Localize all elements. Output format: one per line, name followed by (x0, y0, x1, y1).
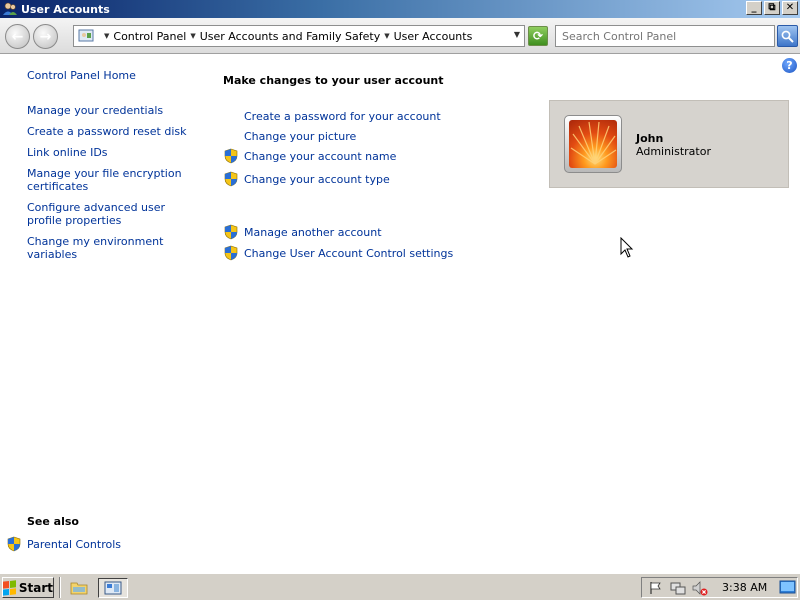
action-center-flag-icon[interactable] (648, 580, 664, 596)
start-label: Start (18, 580, 53, 595)
advanced-user-profile-link[interactable]: Configure advanced user profile properti… (27, 201, 202, 227)
minimize-button[interactable]: _ (746, 1, 762, 15)
taskbar-divider (59, 577, 61, 598)
refresh-button[interactable]: ⟳ (528, 26, 548, 46)
breadcrumb-chevron-icon[interactable]: ▼ (104, 32, 109, 40)
title-bar[interactable]: User Accounts _ ⧉ ✕ (0, 0, 800, 18)
file-encryption-certificates-link[interactable]: Manage your file encryption certificates (27, 167, 202, 193)
search-button[interactable] (777, 25, 798, 47)
task-item[interactable]: Change your account type (223, 171, 390, 187)
system-tray: 3:38 AM (641, 577, 798, 598)
see-also-heading: See also (27, 515, 79, 528)
close-button[interactable]: ✕ (782, 1, 798, 15)
user-name: John (636, 132, 664, 145)
link-online-ids-link[interactable]: Link online IDs (27, 146, 202, 159)
see-also-item[interactable]: Parental Controls (6, 536, 121, 552)
uac-shield-icon (224, 148, 238, 164)
manage-credentials-link[interactable]: Manage your credentials (27, 104, 202, 117)
uac-shield-icon (224, 224, 238, 240)
back-button[interactable]: ← (5, 24, 30, 49)
control-panel-taskbar-button[interactable] (98, 578, 128, 598)
help-button[interactable]: ? (782, 58, 797, 73)
flower-picture-icon (569, 120, 617, 168)
start-button[interactable]: Start (2, 577, 54, 598)
uac-settings-link[interactable]: Change User Account Control settings (244, 247, 453, 260)
search-icon (781, 30, 794, 43)
help-icon: ? (786, 59, 793, 72)
refresh-icon: ⟳ (532, 29, 544, 43)
parental-controls-link[interactable]: Parental Controls (27, 538, 121, 551)
network-icon[interactable] (670, 580, 686, 596)
taskbar: Start 3:38 AM (0, 573, 800, 600)
breadcrumb-chevron-icon[interactable]: ▼ (190, 32, 195, 40)
navigation-bar: ← → ▼ Control Panel ▼ User Accounts and … (0, 18, 800, 54)
explorer-quicklaunch-button[interactable] (68, 578, 90, 598)
task-item[interactable]: Change your account name (223, 148, 396, 164)
manage-another-account-link[interactable]: Manage another account (244, 226, 382, 239)
minimize-icon: _ (751, 2, 757, 13)
taskbar-clock[interactable]: 3:38 AM (722, 581, 767, 594)
control-panel-icon (104, 581, 122, 595)
window-title: User Accounts (21, 2, 110, 16)
search-input[interactable] (555, 25, 775, 47)
control-panel-icon (78, 28, 94, 44)
task-item[interactable]: Change User Account Control settings (223, 245, 453, 261)
back-arrow-icon: ← (11, 28, 24, 45)
create-password-link[interactable]: Create a password for your account (244, 110, 441, 123)
folder-icon (70, 582, 88, 595)
mouse-cursor-icon (620, 237, 634, 258)
forward-button[interactable]: → (33, 24, 58, 49)
change-account-name-link[interactable]: Change your account name (244, 150, 396, 163)
change-account-type-link[interactable]: Change your account type (244, 173, 390, 186)
restore-button[interactable]: ⧉ (764, 1, 780, 15)
uac-shield-icon (7, 536, 21, 552)
breadcrumb-control-panel[interactable]: Control Panel (113, 30, 186, 43)
address-bar[interactable]: ▼ Control Panel ▼ User Accounts and Fami… (73, 25, 525, 47)
environment-variables-link[interactable]: Change my environment variables (27, 235, 202, 261)
close-icon: ✕ (785, 2, 795, 13)
change-picture-link[interactable]: Change your picture (244, 130, 356, 143)
page-title: Make changes to your user account (223, 74, 444, 87)
breadcrumb-user-accounts[interactable]: User Accounts (394, 30, 473, 43)
volume-muted-icon[interactable] (692, 580, 708, 596)
forward-arrow-icon: → (39, 28, 52, 45)
task-item[interactable]: Create a password for your account (223, 108, 441, 124)
user-tile: John Administrator (549, 100, 789, 188)
user-role: Administrator (636, 145, 711, 158)
show-desktop-icon[interactable] (779, 579, 796, 596)
task-item[interactable]: Change your picture (223, 128, 356, 144)
left-task-list: Manage your credentials Create a passwor… (27, 104, 202, 269)
control-panel-home-link[interactable]: Control Panel Home (27, 69, 136, 82)
user-accounts-icon (2, 1, 18, 17)
uac-shield-icon (224, 171, 238, 187)
password-reset-disk-link[interactable]: Create a password reset disk (27, 125, 202, 138)
breadcrumb-user-accounts-family-safety[interactable]: User Accounts and Family Safety (200, 30, 380, 43)
address-dropdown-icon[interactable]: ▼ (514, 30, 520, 39)
uac-shield-icon (224, 245, 238, 261)
windows-logo-icon (3, 579, 16, 596)
task-item[interactable]: Manage another account (223, 224, 382, 240)
breadcrumb-chevron-icon[interactable]: ▼ (384, 32, 389, 40)
restore-icon: ⧉ (768, 2, 776, 13)
user-picture[interactable] (564, 115, 622, 173)
